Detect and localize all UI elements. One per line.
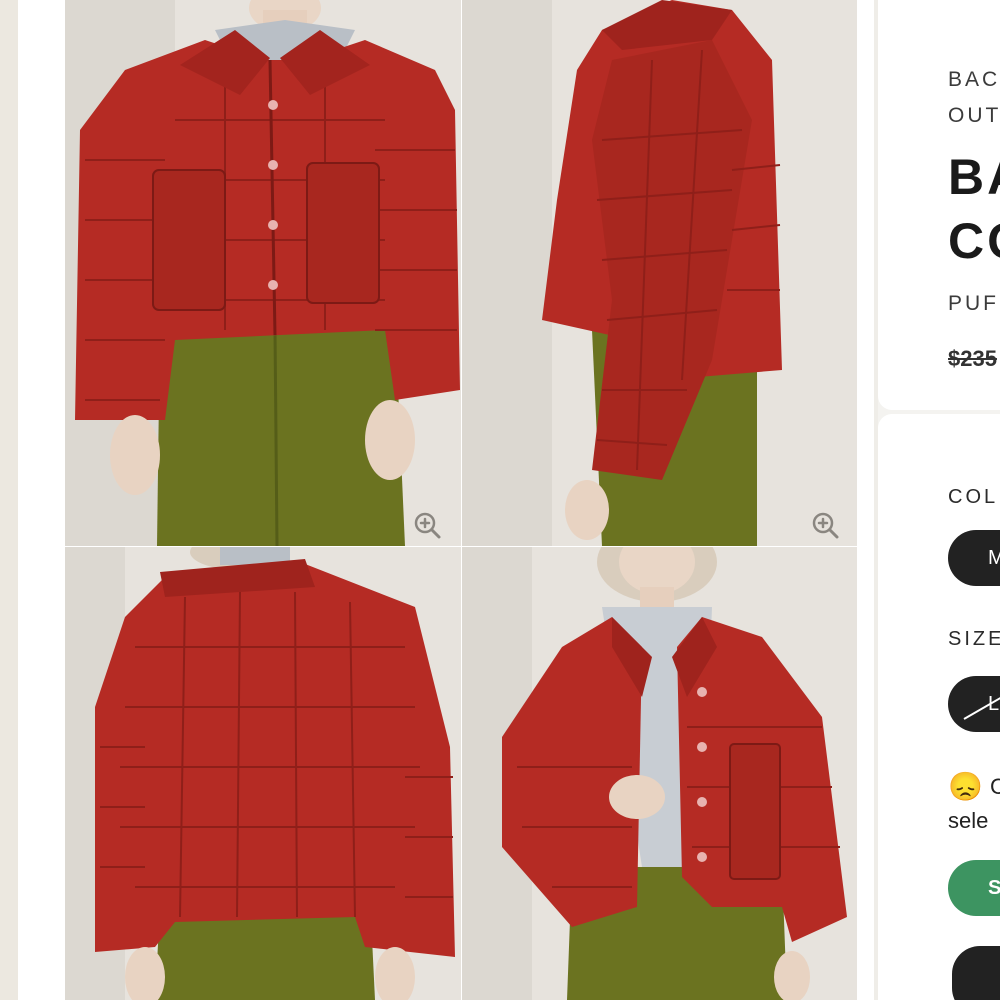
availability-message-line-2: sele <box>948 808 989 833</box>
jacket-back-photo <box>65 547 461 1000</box>
color-option-label: M <box>988 546 1000 569</box>
original-price: $235 <box>948 346 997 371</box>
availability-message-line-1: C <box>990 774 1000 799</box>
zoom-in-icon[interactable] <box>810 510 840 540</box>
product-options-card: COL M SIZE L 😞 C sele S <box>878 414 1000 1000</box>
zoom-in-icon[interactable] <box>412 510 442 540</box>
jacket-front-open-photo <box>462 547 857 1000</box>
color-label: COL <box>948 486 999 508</box>
breadcrumb-line-2[interactable]: OUT <box>948 104 1000 128</box>
product-image-front[interactable] <box>65 0 461 546</box>
size-label: SIZE <box>948 628 1000 650</box>
sad-face-icon: 😞 <box>948 771 983 802</box>
product-image-back[interactable] <box>65 547 461 1000</box>
secondary-action-button[interactable] <box>952 946 1000 1000</box>
product-image-front-open[interactable] <box>462 547 857 1000</box>
primary-action-button[interactable]: S <box>948 860 1000 916</box>
product-subtitle: PUF <box>948 292 999 315</box>
product-title-line-2: CO <box>948 213 1000 269</box>
jacket-front-photo <box>65 0 461 546</box>
product-image-side[interactable] <box>462 0 857 546</box>
product-title-line-1: BA <box>948 149 1000 205</box>
product-header-card: BAC OUT BA CO PUF $235 <box>878 0 1000 410</box>
jacket-side-photo <box>462 0 857 546</box>
breadcrumb-line-1[interactable]: BAC <box>948 68 1000 92</box>
product-info-panel: BAC OUT BA CO PUF $235 COL M SIZE L 😞 C … <box>878 0 1000 1000</box>
color-option-selected[interactable]: M <box>948 530 1000 586</box>
primary-action-label: S <box>988 876 1000 899</box>
product-image-gallery <box>65 0 857 1000</box>
left-margin <box>0 0 18 1000</box>
size-option-unavailable[interactable]: L <box>948 676 1000 732</box>
